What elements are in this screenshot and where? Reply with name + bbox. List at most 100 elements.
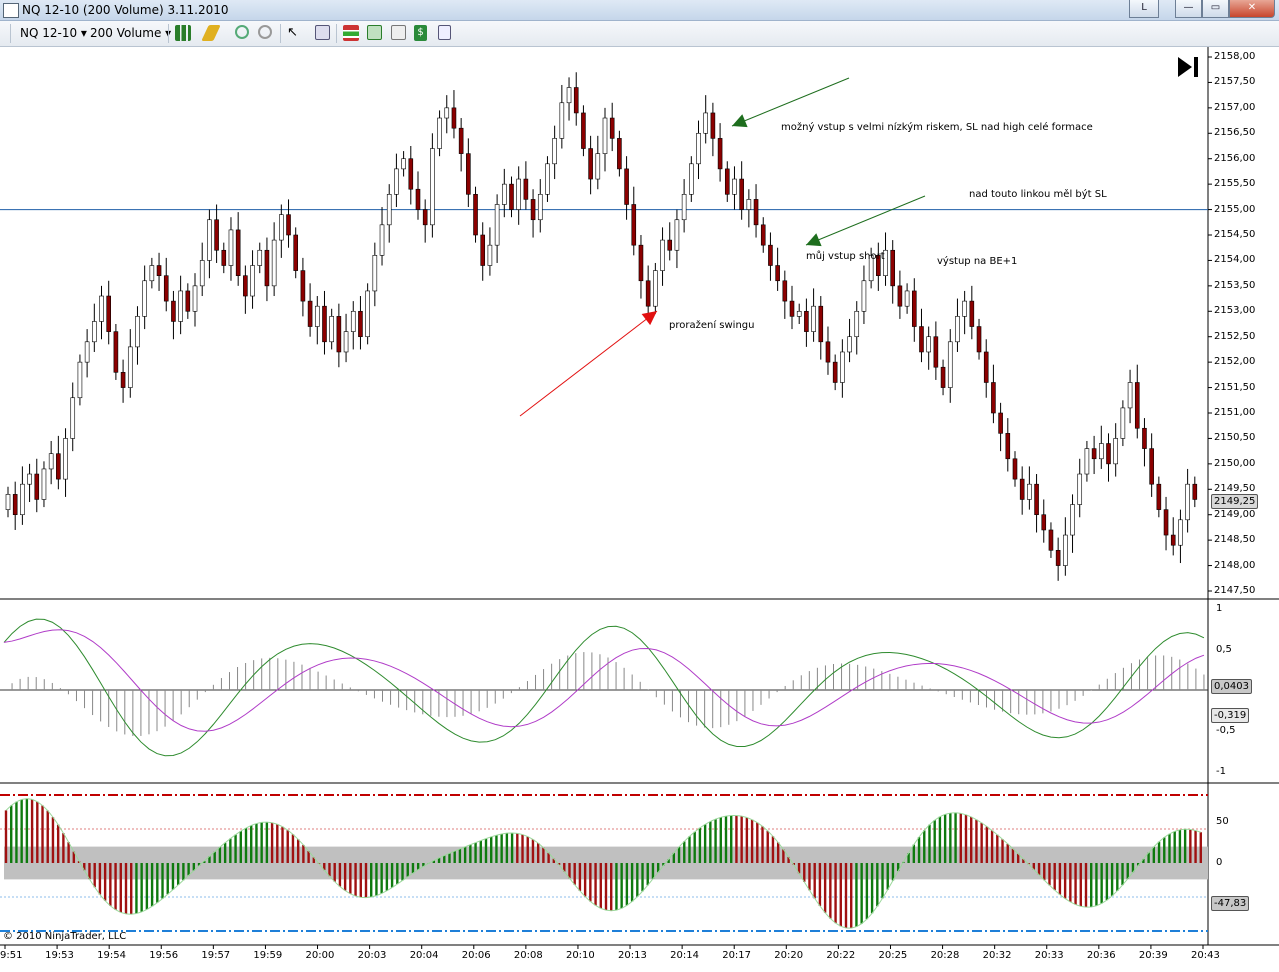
price-tick-label: 2149,50 [1214,483,1256,495]
macd-tick: -1 [1216,766,1226,777]
candle-body [1091,448,1097,460]
scroll-to-end-icon[interactable] [1178,57,1202,77]
candle-body [983,351,989,383]
time-tick-label: 20:13 [618,950,647,961]
time-tick-label: 20:33 [1034,950,1064,961]
candle-body [192,285,198,312]
candle-body [358,310,363,338]
candle-body [1185,483,1190,521]
candle-body [1170,534,1176,546]
macd-line [3,618,1205,757]
candle-body [408,158,414,190]
candle-body [832,361,838,383]
copyright-text: © 2010 NinjaTrader, LLC [3,931,127,942]
candle-body [724,168,730,195]
red-arrow-swing-break-shaft [519,310,658,417]
candle-body [34,473,40,500]
candle-body [207,219,212,261]
candle-body [854,310,860,338]
candle-body [919,326,924,353]
candle-body [696,132,701,165]
time-tick-label: 20:39 [1138,950,1168,961]
candle-body [595,153,601,180]
osc-tick: 50 [1216,816,1229,827]
time-tick-label: 20:00 [305,950,335,961]
candle-body [286,214,291,236]
current-price-tag: 2149,25 [1211,494,1259,509]
time-tick-label: 20:36 [1086,950,1116,961]
annotation-exit: výstup na BE+1 [937,256,1018,267]
candle-body [1106,443,1111,465]
macd-histogram-tag: 0,0403 [1211,679,1252,694]
candle-body [149,265,155,282]
candle-body [933,336,939,368]
time-tick-label: 20:14 [670,950,699,961]
time-tick-label: 9:51 [0,950,23,961]
candle-body [674,219,680,251]
candle-body [660,239,665,271]
price-tick-label: 2156,00 [1214,152,1256,164]
time-tick-label: 20:22 [826,950,856,961]
candle-body [314,305,320,327]
candle-body [502,183,507,205]
price-tick-label: 2149,00 [1214,508,1256,520]
candle-body [653,270,658,307]
candle-body [1019,478,1025,500]
candle-body [336,316,342,353]
price-tick-label: 2152,00 [1214,356,1256,368]
candle-body [998,412,1003,434]
candle-body [955,316,960,343]
price-tick-label: 2155,00 [1214,203,1256,215]
price-tick-label: 2150,00 [1214,457,1256,469]
time-tick-label: 20:28 [930,950,960,961]
candle-body [41,468,47,500]
chart-canvas[interactable] [0,0,1279,972]
candle-body [940,366,946,388]
candle-body [1070,504,1075,536]
candle-body [92,321,97,343]
candle-body [394,168,399,195]
red-arrow-swing-break-head [641,311,657,326]
candle-body [516,178,521,210]
candle-body [401,158,406,170]
candle-body [113,331,119,373]
candle-body [796,310,802,317]
candle-body [106,295,111,332]
candle-body [487,244,493,266]
candle-body [379,224,385,256]
candle-body [27,473,32,485]
candle-body [890,249,896,287]
candle-body [1178,519,1183,546]
candle-body [717,138,723,170]
candle-body [969,300,975,327]
macd-signal-line [3,629,1205,732]
candle-body [991,382,996,414]
candle-body [228,229,234,266]
candle-body [947,341,953,388]
macd-tick: 1 [1216,603,1223,614]
candle-body [1156,483,1162,510]
candle-body [732,178,737,195]
price-tick-label: 2158,00 [1214,51,1256,62]
candle-body [271,239,277,287]
price-tick-label: 2157,00 [1214,101,1256,113]
time-tick-label: 20:10 [565,950,595,961]
price-tick-label: 2151,50 [1214,381,1256,393]
candle-body [1149,448,1154,485]
candle-body [350,310,356,332]
price-tick-label: 2156,50 [1214,127,1256,139]
candle-body [897,285,903,307]
candle-body [1192,483,1198,500]
candle-body [645,280,651,307]
candle-body [171,300,176,322]
time-tick-label: 20:20 [774,950,804,961]
price-tick-label: 2152,50 [1214,330,1256,342]
candle-body [847,336,852,353]
candle-body [48,453,54,470]
annotation-low-risk-entry: možný vstup s velmi nízkým riskem, SL na… [781,122,1093,133]
candle-body [552,138,557,165]
candle-body [638,244,644,282]
price-tick-label: 2155,50 [1214,178,1256,190]
candle-body [617,138,622,170]
candle-body [120,372,126,388]
